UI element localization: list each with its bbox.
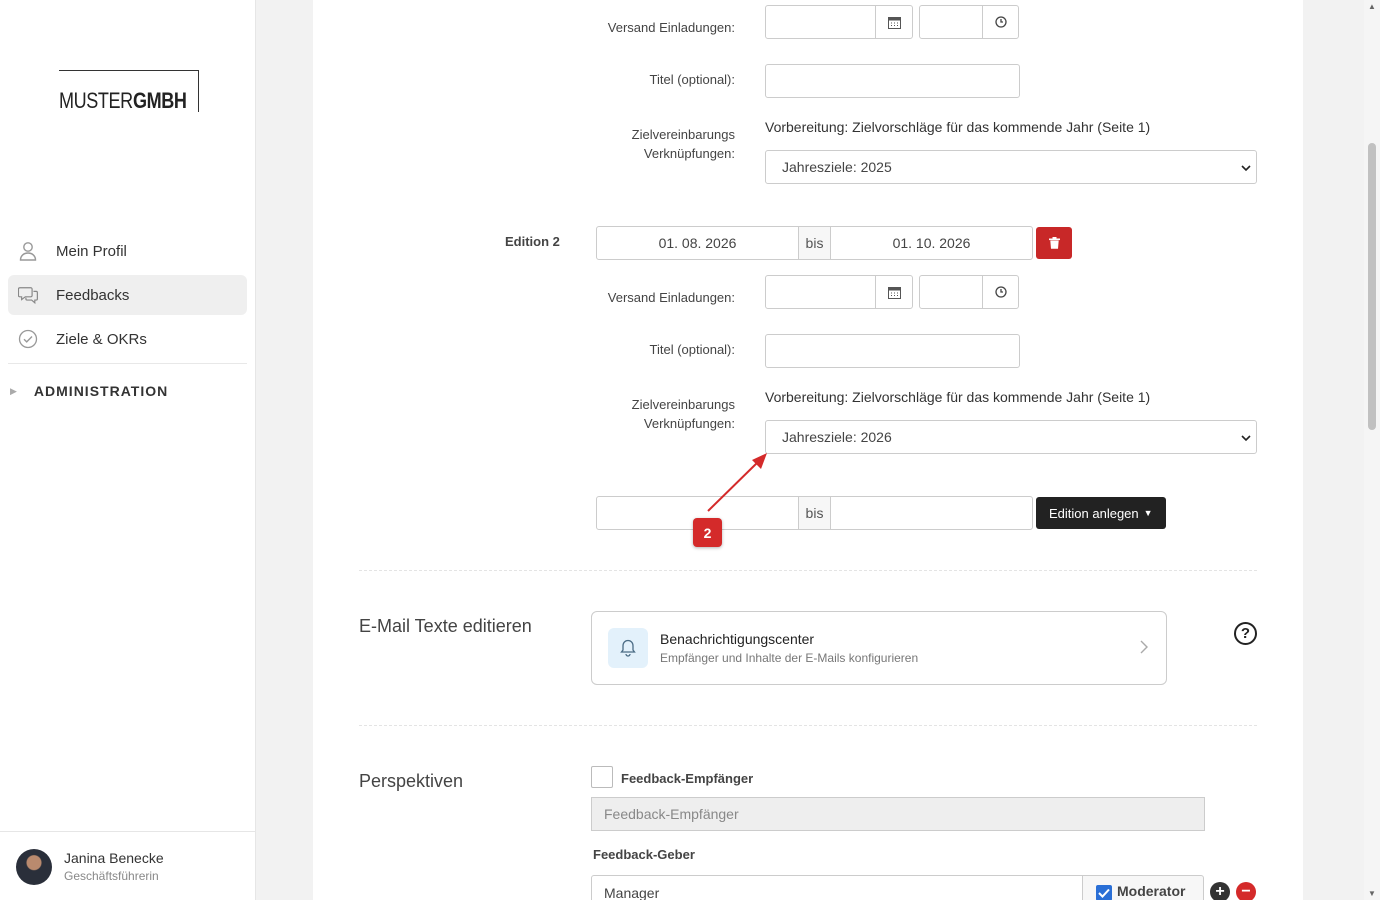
annotation-arrow: [707, 453, 767, 512]
annotation-badge: 2: [693, 518, 722, 547]
scroll-down-icon[interactable]: ▼: [1368, 889, 1376, 898]
scroll-up-icon[interactable]: ▲: [1368, 2, 1376, 11]
page-scrollbar[interactable]: ▲ ▼: [1364, 0, 1380, 900]
scrollbar-thumb[interactable]: [1368, 143, 1376, 430]
